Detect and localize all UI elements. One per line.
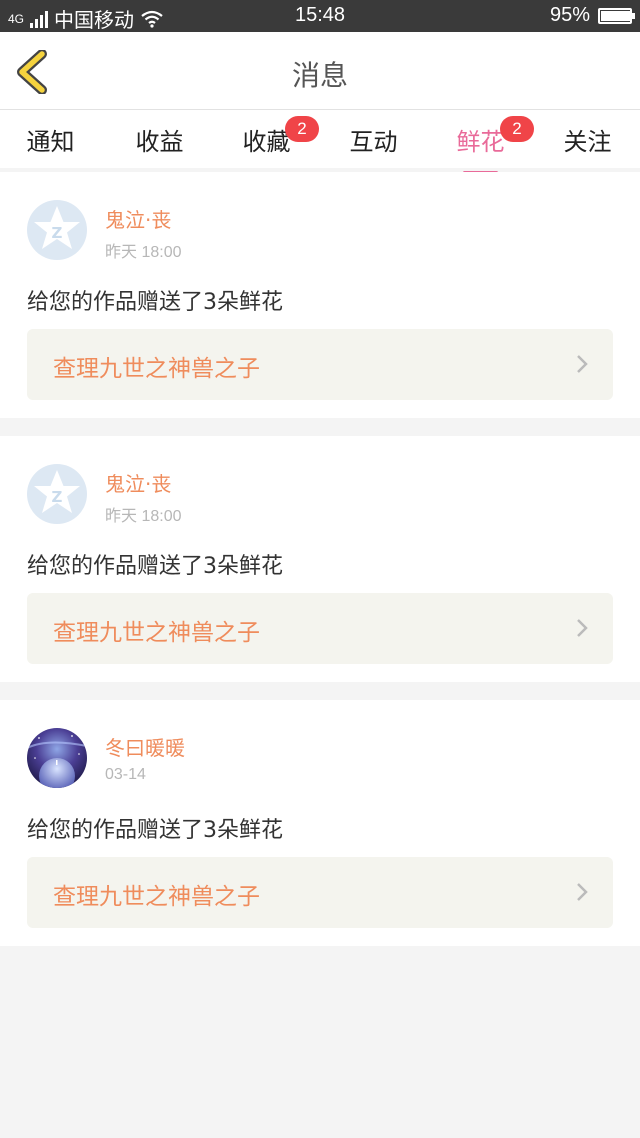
message-text: 给您的作品赠送了3朵鲜花 [27, 818, 283, 843]
sender-name[interactable]: 冬曰暖暖 [105, 732, 185, 761]
flower-message-card: Z 鬼泣·丧 昨天 18:00 给您的作品赠送了3朵鲜花 查理九世之神兽之子 [0, 436, 640, 682]
message-text: 给您的作品赠送了3朵鲜花 [27, 290, 283, 315]
tab-label: 收藏 [242, 128, 291, 156]
work-title: 查理九世之神兽之子 [53, 620, 260, 646]
message-time: 昨天 18:00 [105, 244, 182, 261]
status-bar: 4G 中国移动 15:48 95% [0, 0, 640, 32]
tab-label: 互动 [349, 128, 398, 156]
avatar[interactable]: Z [27, 464, 87, 524]
message-time: 03-14 [105, 766, 146, 783]
tab-favorites[interactable]: 收藏 2 [213, 116, 320, 157]
tab-earnings[interactable]: 收益 [106, 122, 213, 157]
tab-label: 收益 [135, 128, 184, 156]
tab-label: 鲜花 [456, 128, 505, 156]
flower-message-card: 冬曰暖暖 03-14 给您的作品赠送了3朵鲜花 查理九世之神兽之子 [0, 700, 640, 946]
work-link[interactable]: 查理九世之神兽之子 [27, 329, 613, 400]
unread-badge: 2 [500, 116, 534, 142]
tab-bar: 通知 收益 收藏 2 互动 鲜花 2 关注 [0, 110, 640, 174]
tab-label: 关注 [563, 128, 612, 156]
work-title: 查理九世之神兽之子 [53, 356, 260, 382]
page-title: 消息 [291, 59, 348, 92]
tab-interaction[interactable]: 互动 [320, 122, 427, 157]
message-time: 昨天 18:00 [105, 508, 182, 525]
chevron-right-icon [577, 619, 588, 637]
work-link[interactable]: 查理九世之神兽之子 [27, 857, 613, 928]
tab-follow[interactable]: 关注 [534, 122, 640, 157]
clock: 15:48 [294, 4, 346, 26]
chevron-right-icon [577, 355, 588, 373]
avatar[interactable] [27, 728, 87, 788]
flower-message-card: Z 鬼泣·丧 昨天 18:00 给您的作品赠送了3朵鲜花 查理九世之神兽之子 [0, 172, 640, 418]
chevron-right-icon [577, 883, 588, 901]
tab-notice[interactable]: 通知 [0, 122, 104, 157]
sender-name[interactable]: 鬼泣·丧 [105, 468, 171, 497]
battery-fill [601, 10, 630, 21]
qq-default-avatar-icon: Z [34, 206, 80, 249]
sender-name[interactable]: 鬼泣·丧 [105, 204, 171, 233]
tab-label: 通知 [26, 128, 75, 156]
work-title: 查理九世之神兽之子 [53, 884, 260, 910]
galaxy-avatar-icon [27, 728, 87, 788]
work-link[interactable]: 查理九世之神兽之子 [27, 593, 613, 664]
battery-icon [598, 7, 635, 24]
message-text: 给您的作品赠送了3朵鲜花 [27, 554, 283, 579]
battery-percent: 95% [549, 4, 590, 26]
avatar[interactable]: Z [27, 200, 87, 260]
qq-default-avatar-icon: Z [34, 470, 80, 513]
status-right: 95% [549, 4, 635, 27]
unread-badge: 2 [285, 116, 319, 142]
tab-flowers[interactable]: 鲜花 2 [427, 116, 534, 174]
svg-text:Z: Z [52, 488, 63, 506]
app-header: 消息 [0, 32, 640, 110]
svg-text:Z: Z [52, 224, 63, 242]
